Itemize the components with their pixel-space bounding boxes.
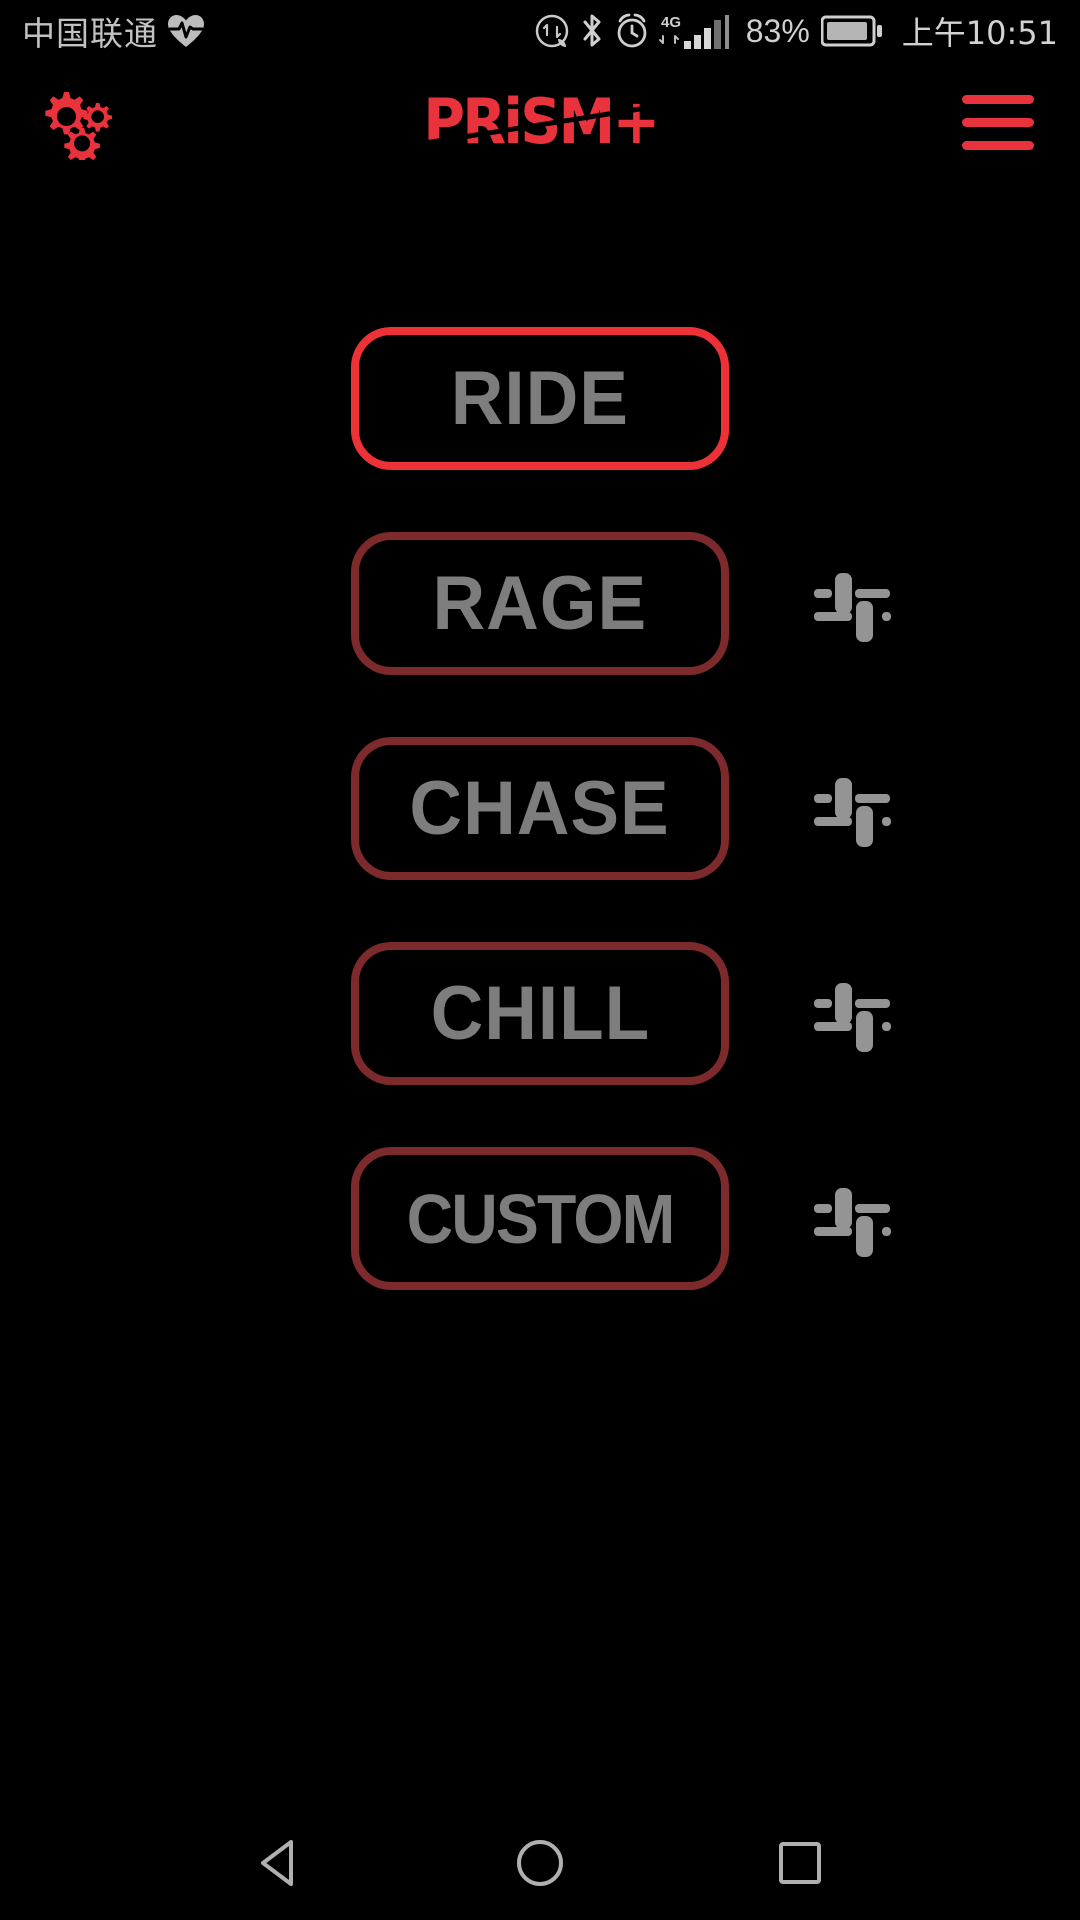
hamburger-menu-icon-bar2	[962, 117, 1034, 127]
home-circle-icon	[514, 1837, 566, 1894]
nav-recents-button[interactable]	[745, 1820, 855, 1910]
nav-home-button[interactable]	[485, 1820, 595, 1910]
nav-back-button[interactable]	[225, 1820, 335, 1910]
mode-button-custom[interactable]: CUSTOM	[351, 1147, 729, 1290]
tune-button-chill[interactable]	[806, 968, 898, 1060]
mode-row: CHILL	[0, 942, 1080, 1085]
mode-button-chill[interactable]: CHILL	[351, 942, 729, 1085]
gears-icon	[30, 80, 118, 165]
android-nav-bar	[0, 1810, 1080, 1920]
mode-list: RIDE RAGE CHASE CHILL CUSTOM	[0, 182, 1080, 1810]
svg-text:4G: 4G	[661, 14, 681, 31]
tune-sliders-icon	[808, 967, 896, 1060]
mode-label: RAGE	[432, 560, 648, 646]
hamburger-menu-icon	[962, 94, 1034, 104]
mode-row: RIDE	[0, 327, 1080, 470]
mode-button-rage[interactable]: RAGE	[351, 532, 729, 675]
mode-button-chase[interactable]: CHASE	[351, 737, 729, 880]
recents-square-icon	[775, 1838, 825, 1893]
status-bar-right: 4G 83% 上午10:51	[534, 8, 1058, 54]
tune-sliders-icon	[808, 1172, 896, 1265]
app-header: PRiSM+	[0, 62, 1080, 182]
alarm-clock-icon	[614, 13, 650, 49]
settings-button[interactable]	[26, 80, 122, 164]
signal-bars-icon: 4G	[658, 11, 733, 51]
battery-icon	[820, 14, 883, 48]
data-saver-icon	[534, 13, 570, 49]
heart-rate-icon	[168, 14, 204, 48]
mode-label: CUSTOM	[406, 1179, 676, 1258]
tune-sliders-icon	[808, 762, 896, 855]
mode-row: RAGE	[0, 532, 1080, 675]
app-logo: PRiSM+	[390, 82, 690, 162]
app-screen: 中国联通 4G 83% 上午10:51 PRiSM+ RIDE RAGE CHA…	[0, 0, 1080, 1920]
bluetooth-icon	[579, 12, 605, 50]
mode-button-ride[interactable]: RIDE	[351, 327, 729, 470]
back-triangle-icon	[255, 1837, 305, 1894]
app-logo-text: PRiSM+	[422, 85, 660, 158]
tune-button-rage[interactable]	[806, 558, 898, 650]
tune-button-custom[interactable]	[806, 1173, 898, 1265]
battery-percent-label: 83%	[745, 12, 810, 49]
mode-row: CHASE	[0, 737, 1080, 880]
hamburger-menu-icon-bar3	[962, 140, 1034, 150]
carrier-label: 中国联通	[22, 14, 158, 53]
mode-label: CHASE	[409, 765, 671, 851]
mode-label: CHILL	[430, 970, 650, 1056]
status-bar-clock: 上午10:51	[901, 14, 1058, 52]
tune-button-chase[interactable]	[806, 763, 898, 855]
status-bar: 中国联通 4G 83% 上午10:51	[0, 0, 1080, 62]
status-bar-left: 中国联通	[22, 7, 204, 55]
mode-row: CUSTOM	[0, 1147, 1080, 1290]
tune-sliders-icon	[808, 557, 896, 650]
menu-button[interactable]	[950, 82, 1046, 162]
mode-label: RIDE	[450, 355, 630, 441]
